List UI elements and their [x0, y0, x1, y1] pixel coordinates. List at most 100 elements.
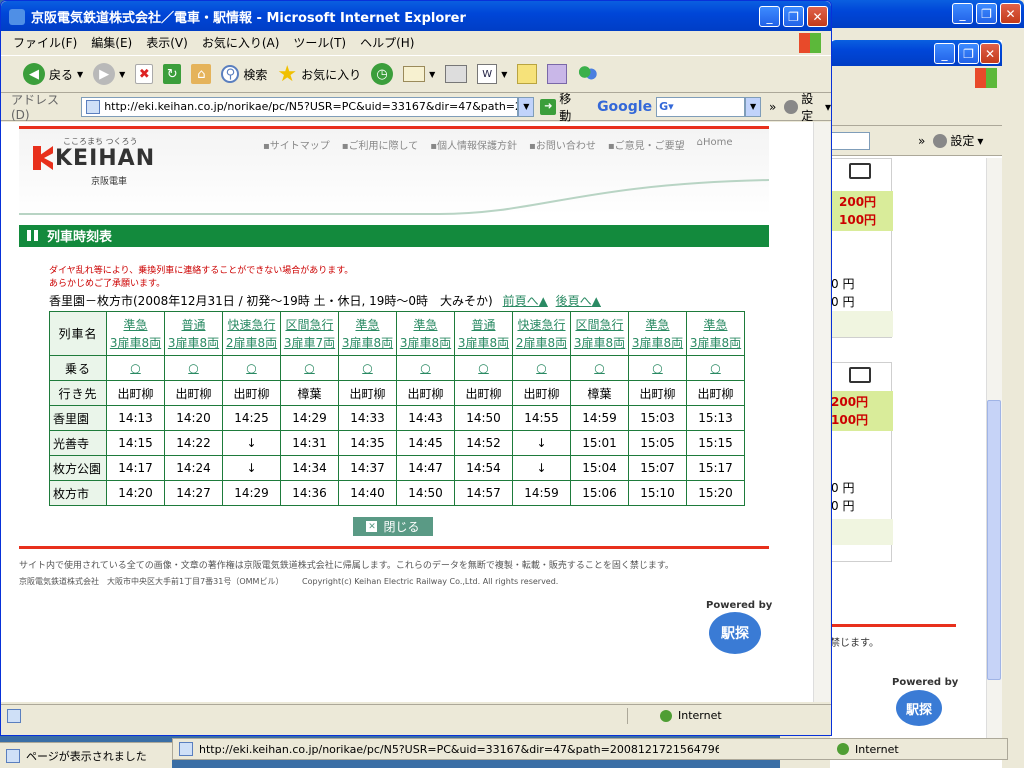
- settings-button[interactable]: 設定: [801, 90, 825, 124]
- nav-privacy[interactable]: ▪個人情報保護方針: [430, 137, 517, 152]
- nav-terms[interactable]: ▪ご利用に際して: [342, 137, 418, 152]
- board-link[interactable]: ○: [594, 361, 604, 375]
- mid-close-button[interactable]: ✕: [980, 43, 1000, 64]
- train-type-link[interactable]: 準急: [339, 316, 396, 334]
- prev-page-label: 前頁へ: [502, 294, 539, 308]
- train-cars-link[interactable]: 3扉車8両: [687, 334, 744, 352]
- mid-minimize-button[interactable]: _: [934, 43, 955, 64]
- refresh-button[interactable]: ↻: [163, 64, 182, 84]
- stop-button[interactable]: ✖: [135, 64, 154, 84]
- history-button[interactable]: ◷: [371, 63, 394, 85]
- prev-page-link[interactable]: 前頁へ▲: [503, 294, 548, 308]
- main-scrollbar[interactable]: [813, 122, 830, 702]
- train-cars-link[interactable]: 3扉車8両: [397, 334, 454, 352]
- print-button[interactable]: [445, 65, 468, 83]
- go-label: 移動: [559, 91, 572, 123]
- search-button[interactable]: ⚲ 検索: [221, 65, 267, 83]
- google-dropdown[interactable]: ▼: [745, 96, 762, 117]
- menu-view[interactable]: 表示(V): [146, 34, 188, 51]
- settings-icon: [784, 99, 799, 114]
- mid-chevron-icon[interactable]: »: [918, 134, 925, 148]
- train-cars-link[interactable]: 3扉車8両: [455, 334, 512, 352]
- train-cars-link[interactable]: 3扉車8両: [165, 334, 222, 352]
- mid-scroll-thumb[interactable]: [987, 400, 1001, 680]
- menu-favorites[interactable]: お気に入り(A): [202, 34, 280, 51]
- go-button[interactable]: ➜ 移動: [540, 90, 583, 124]
- back-button[interactable]: ◀ 戻る ▼: [23, 63, 83, 85]
- menu-help[interactable]: ヘルプ(H): [360, 34, 414, 51]
- train-cars-link[interactable]: 2扉車8両: [223, 334, 280, 352]
- forward-button[interactable]: ▶ ▼: [93, 63, 125, 85]
- close-page-button[interactable]: ✕ 閉じる: [353, 517, 433, 536]
- minimize-button[interactable]: _: [759, 6, 780, 27]
- train-cell: 準急 3扉車8両: [396, 311, 455, 356]
- train-type-link[interactable]: 準急: [397, 316, 454, 334]
- address-input[interactable]: http://eki.keihan.co.jp/norikae/pc/N5?US…: [81, 96, 519, 117]
- mid-settings-button[interactable]: 設定 ▾: [933, 132, 983, 149]
- train-type-link[interactable]: 普通: [455, 316, 512, 334]
- chevron-icon[interactable]: »: [769, 100, 776, 114]
- menu-edit[interactable]: 編集(E): [91, 34, 132, 51]
- train-cell: 普通 3扉車8両: [164, 311, 223, 356]
- research-button[interactable]: [547, 64, 568, 84]
- address-dropdown[interactable]: ▼: [518, 96, 535, 117]
- bg-address-bar: http://eki.keihan.co.jp/norikae/pc/N5?US…: [172, 738, 1008, 760]
- messenger-button[interactable]: [577, 64, 600, 84]
- mid-maximize-button[interactable]: ❐: [958, 43, 979, 64]
- bg-close-button[interactable]: ✕: [1000, 3, 1021, 24]
- bg-maximize-button[interactable]: ❐: [976, 3, 997, 24]
- mail-button[interactable]: ▼: [403, 66, 435, 82]
- train-type-link[interactable]: 快速急行: [513, 316, 570, 334]
- train-cars-link[interactable]: 2扉車8両: [513, 334, 570, 352]
- train-type-link[interactable]: 準急: [107, 316, 164, 334]
- board-link[interactable]: ○: [652, 361, 662, 375]
- nav-contact[interactable]: ▪お問い合わせ: [529, 137, 596, 152]
- train-type-link[interactable]: 準急: [629, 316, 686, 334]
- route-line: 香里園－枚方市(2008年12月31日 / 初発～19時 土・休日, 19時～0…: [49, 292, 601, 309]
- train-cars-link[interactable]: 3扉車7両: [281, 334, 338, 352]
- board-link[interactable]: ○: [420, 361, 430, 375]
- board-link[interactable]: ○: [478, 361, 488, 375]
- menu-tools[interactable]: ツール(T): [293, 34, 346, 51]
- bg-minimize-button[interactable]: _: [952, 3, 973, 24]
- back-label: 戻る: [49, 67, 74, 82]
- home-button[interactable]: ⌂: [191, 64, 212, 84]
- favorites-button[interactable]: ★ お気に入り: [277, 62, 361, 87]
- menu-file[interactable]: ファイル(F): [13, 34, 77, 51]
- edit-button[interactable]: W ▼: [477, 64, 507, 84]
- board-link[interactable]: ○: [536, 361, 546, 375]
- next-page-link[interactable]: 後頁へ▲: [556, 294, 601, 308]
- discuss-button[interactable]: [517, 64, 538, 84]
- google-search-input[interactable]: G ▾: [656, 96, 746, 117]
- nav-sitemap[interactable]: ▪サイトマップ: [263, 137, 330, 152]
- board-link[interactable]: ○: [710, 361, 720, 375]
- close-button[interactable]: ✕: [807, 6, 828, 27]
- board-link[interactable]: ○: [188, 361, 198, 375]
- mid-dropdown[interactable]: [830, 131, 870, 150]
- printer-icon[interactable]: [849, 163, 871, 179]
- board-cell: ○: [686, 355, 745, 381]
- printer-icon[interactable]: [849, 367, 871, 383]
- train-type-link[interactable]: 準急: [687, 316, 744, 334]
- page-icon: [86, 99, 101, 114]
- train-cars-link[interactable]: 3扉車8両: [339, 334, 396, 352]
- train-type-link[interactable]: 区間急行: [571, 316, 628, 334]
- board-link[interactable]: ○: [304, 361, 314, 375]
- train-type-link[interactable]: 快速急行: [223, 316, 280, 334]
- train-cars-link[interactable]: 3扉車8両: [107, 334, 164, 352]
- train-name-row: 列車名 準急 3扉車8両 普通 3扉車8両 快速急行 2扉車8両 区間急行 3扉車7両 準急 3扉車…: [49, 311, 745, 356]
- nav-home[interactable]: ⌂Home: [697, 137, 733, 152]
- maximize-button[interactable]: ❐: [783, 6, 804, 27]
- main-window: 京阪電気鉄道株式会社／電車・駅情報 - Microsoft Internet E…: [0, 0, 832, 736]
- train-cars-link[interactable]: 3扉車8両: [571, 334, 628, 352]
- destination-cell: 出町柳: [164, 380, 223, 406]
- nav-feedback[interactable]: ▪ご意見・ご要望: [608, 137, 685, 152]
- board-link[interactable]: ○: [362, 361, 372, 375]
- ekitan-logo[interactable]: 駅探: [709, 612, 761, 654]
- train-cars-link[interactable]: 3扉車8両: [629, 334, 686, 352]
- board-link[interactable]: ○: [246, 361, 256, 375]
- train-type-link[interactable]: 普通: [165, 316, 222, 334]
- board-link[interactable]: ○: [130, 361, 140, 375]
- fare-value: 100円: [831, 413, 869, 427]
- train-type-link[interactable]: 区間急行: [281, 316, 338, 334]
